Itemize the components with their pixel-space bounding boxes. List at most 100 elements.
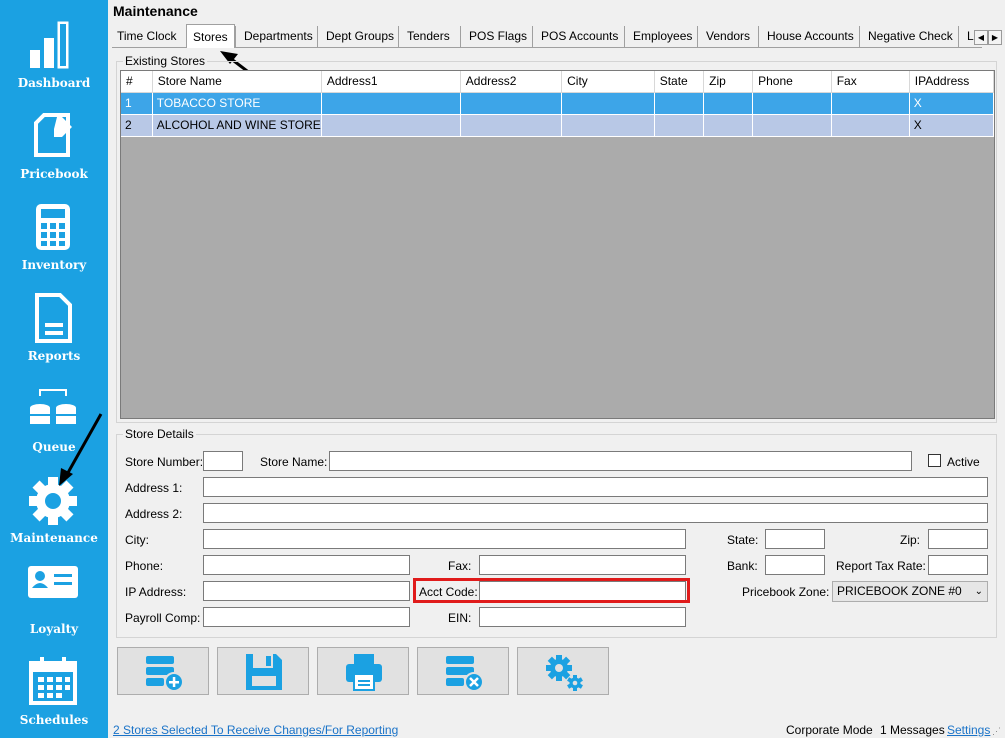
- address1-label: Address 1:: [125, 481, 183, 495]
- fax-label: Fax:: [448, 559, 472, 573]
- messages-status[interactable]: 1 Messages: [880, 723, 945, 737]
- tab-tenders[interactable]: Tenders: [398, 26, 454, 47]
- settings-button[interactable]: [517, 647, 609, 695]
- id-card-icon: [28, 566, 78, 598]
- zip-input[interactable]: [928, 529, 988, 549]
- table-cell: [321, 114, 461, 137]
- table-cell: [752, 92, 832, 115]
- tab-scroll-right-icon[interactable]: ▶: [988, 30, 1002, 45]
- printer-icon: [346, 654, 382, 691]
- address1-input[interactable]: [203, 477, 988, 497]
- table-cell: [654, 92, 705, 115]
- table-cell: TOBACCO STORE: [152, 92, 322, 115]
- store-name-input[interactable]: [329, 451, 912, 471]
- state-label: State:: [727, 533, 759, 547]
- store-details-label: Store Details: [123, 427, 196, 441]
- column-header[interactable]: Store Name: [152, 71, 322, 93]
- sidebar-item-dashboard[interactable]: Dashboard: [0, 0, 108, 91]
- print-button[interactable]: [317, 647, 409, 695]
- store-name-label: Store Name:: [260, 455, 328, 469]
- ein-label: EIN:: [448, 611, 472, 625]
- tab-employees[interactable]: Employees: [624, 26, 696, 47]
- page-title: Maintenance: [113, 3, 198, 19]
- bank-input[interactable]: [765, 555, 825, 575]
- sidebar-item-loyalty[interactable]: Loyalty: [0, 546, 108, 637]
- pricebook-zone-select[interactable]: PRICEBOOK ZONE #0 ⌄: [832, 581, 988, 602]
- stores-selected-link[interactable]: 2 Stores Selected To Receive Changes/For…: [113, 723, 398, 737]
- ein-input[interactable]: [479, 607, 686, 627]
- state-input[interactable]: [765, 529, 825, 549]
- sidebar-item-pricebook[interactable]: Pricebook: [0, 91, 108, 182]
- active-label: Active: [947, 455, 980, 469]
- sidebar-item-schedules[interactable]: Schedules: [0, 637, 108, 728]
- sidebar-item-label: Loyalty: [29, 622, 79, 636]
- sidebar-item-label: Schedules: [19, 713, 89, 727]
- table-cell: 2: [121, 114, 153, 137]
- document-icon: [35, 293, 72, 343]
- report-tax-rate-input[interactable]: [928, 555, 988, 575]
- tab-negative-check[interactable]: Negative Check: [859, 26, 957, 47]
- column-header[interactable]: Address2: [460, 71, 563, 93]
- bank-label: Bank:: [727, 559, 758, 573]
- table-cell: [460, 92, 563, 115]
- calendar-icon: [29, 657, 77, 705]
- column-header[interactable]: #: [121, 71, 153, 93]
- tab-dept-groups[interactable]: Dept Groups: [317, 26, 398, 47]
- main-panel: Maintenance Time Clock Stores Department…: [108, 0, 1005, 738]
- zip-label: Zip:: [900, 533, 921, 547]
- resize-grip-icon[interactable]: ⋰: [992, 726, 1001, 737]
- table-cell: [752, 114, 832, 137]
- stores-grid[interactable]: # Store Name Address1 Address2 City Stat…: [120, 70, 995, 419]
- payroll-comp-label: Payroll Comp:: [125, 611, 201, 625]
- sidebar: Dashboard Pricebook Inventory Reports Qu…: [0, 0, 108, 738]
- table-row[interactable]: 2 ALCOHOL AND WINE STORE X: [121, 114, 994, 137]
- column-header[interactable]: City: [561, 71, 655, 93]
- sidebar-item-inventory[interactable]: Inventory: [0, 182, 108, 273]
- payroll-comp-input[interactable]: [203, 607, 410, 627]
- ip-address-input[interactable]: [203, 581, 410, 601]
- table-cell: [460, 114, 563, 137]
- tab-pos-flags[interactable]: POS Flags: [460, 26, 531, 47]
- sidebar-item-reports[interactable]: Reports: [0, 273, 108, 364]
- column-header[interactable]: Phone: [752, 71, 832, 93]
- column-header[interactable]: IPAddress: [909, 71, 994, 93]
- save-button[interactable]: [217, 647, 309, 695]
- address2-label: Address 2:: [125, 507, 183, 521]
- sidebar-item-label: Dashboard: [17, 76, 91, 90]
- table-cell: ALCOHOL AND WINE STORE: [152, 114, 322, 137]
- settings-link[interactable]: Settings: [947, 723, 990, 737]
- add-store-button[interactable]: [117, 647, 209, 695]
- store-number-input[interactable]: [203, 451, 243, 471]
- city-label: City:: [125, 533, 149, 547]
- bar-chart-icon: [30, 21, 69, 69]
- tab-pos-accounts[interactable]: POS Accounts: [532, 26, 622, 47]
- table-row[interactable]: 1 TOBACCO STORE X: [121, 92, 994, 115]
- pricebook-zone-value: PRICEBOOK ZONE #0: [837, 584, 962, 598]
- tab-house-accounts[interactable]: House Accounts: [758, 26, 858, 47]
- status-bar: 2 Stores Selected To Receive Changes/For…: [108, 718, 1005, 738]
- table-cell: 1: [121, 92, 153, 115]
- table-cell: [321, 92, 461, 115]
- active-checkbox[interactable]: [928, 454, 941, 467]
- tab-departments[interactable]: Departments: [235, 26, 317, 47]
- table-cell: [831, 114, 910, 137]
- column-header[interactable]: Fax: [831, 71, 910, 93]
- fax-input[interactable]: [479, 555, 686, 575]
- city-input[interactable]: [203, 529, 686, 549]
- phone-input[interactable]: [203, 555, 410, 575]
- column-header[interactable]: State: [654, 71, 705, 93]
- sidebar-item-label: Inventory: [21, 258, 87, 272]
- tab-stores[interactable]: Stores: [186, 24, 235, 48]
- pricebook-zone-label: Pricebook Zone:: [742, 585, 830, 599]
- delete-store-button[interactable]: [417, 647, 509, 695]
- table-cell: [703, 92, 754, 115]
- report-tax-rate-label: Report Tax Rate:: [836, 559, 926, 573]
- column-header[interactable]: Address1: [321, 71, 461, 93]
- annotation-highlight: [413, 578, 690, 603]
- tab-vendors[interactable]: Vendors: [697, 26, 754, 47]
- address2-input[interactable]: [203, 503, 988, 523]
- tab-time-clock[interactable]: Time Clock: [113, 26, 181, 47]
- add-server-icon: [146, 656, 184, 692]
- tab-scroll-left-icon[interactable]: ◀: [974, 30, 988, 45]
- column-header[interactable]: Zip: [703, 71, 754, 93]
